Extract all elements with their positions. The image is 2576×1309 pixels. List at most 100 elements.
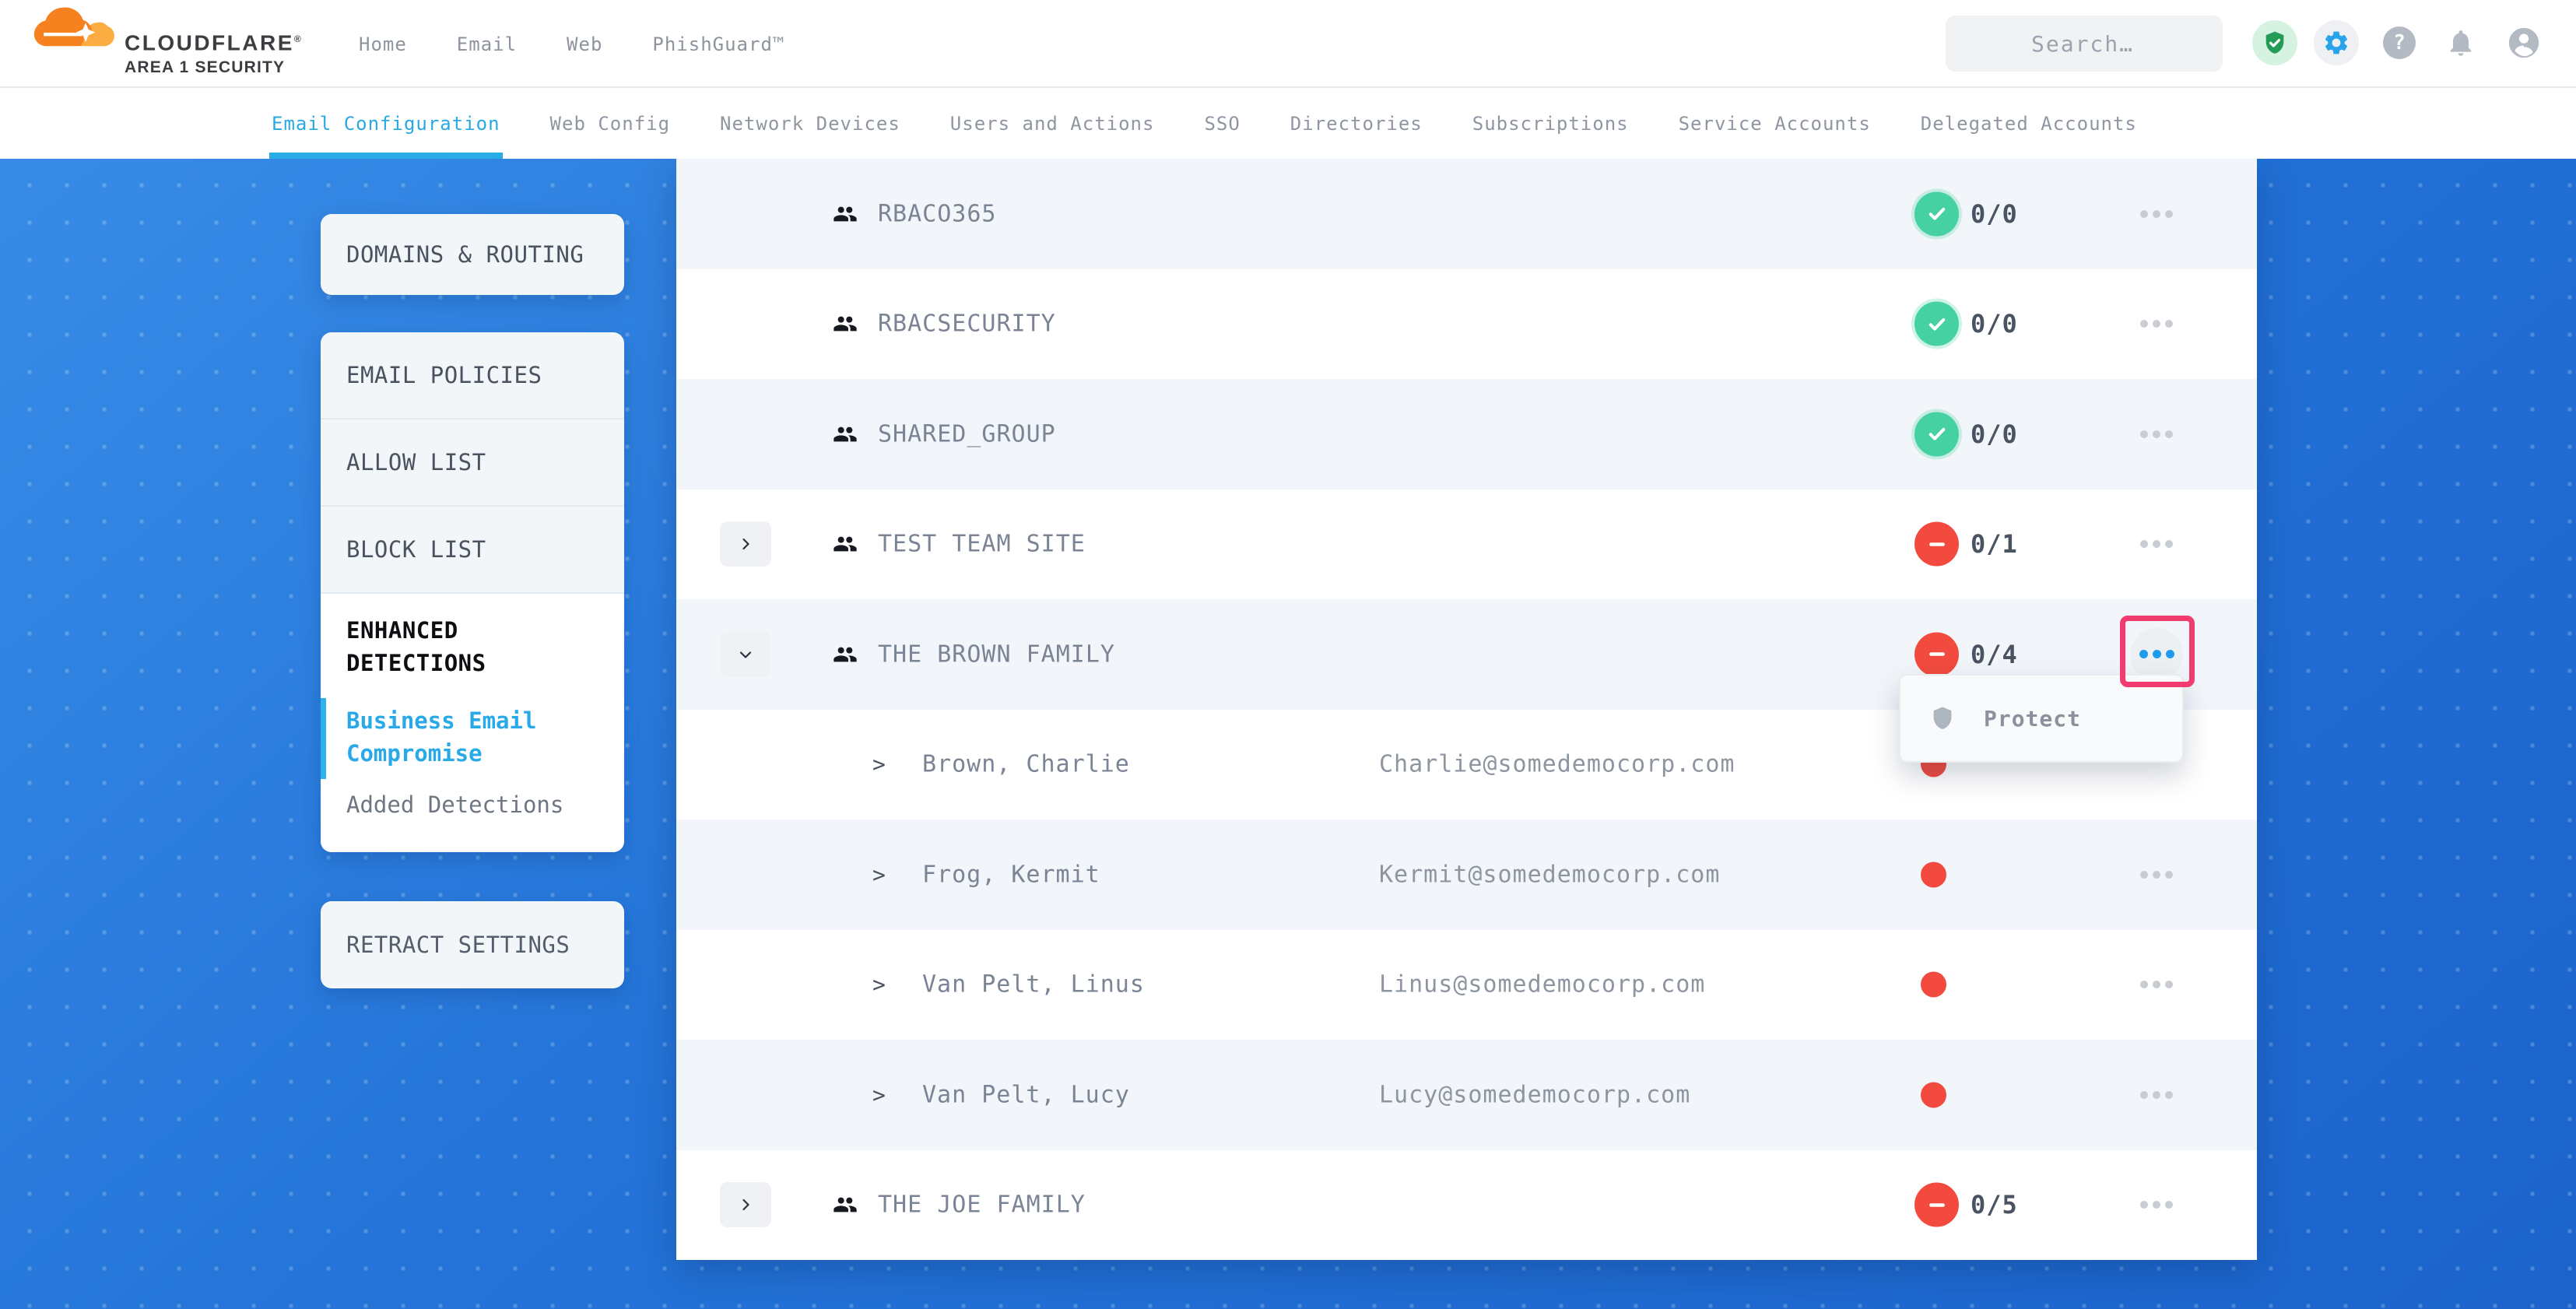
status-protected-icon [1914, 302, 1959, 346]
table-row-shared-group: SHARED_GROUP 0/0 [676, 379, 2257, 490]
primary-nav-item-home[interactable]: Home [359, 33, 407, 55]
group-name: RBACSECURITY [878, 311, 1056, 338]
sidebar-item-retract-settings[interactable]: RETRACT SETTINGS [321, 901, 624, 988]
group-name: THE JOE FAMILY [878, 1191, 1086, 1219]
member-name: Frog, Kermit [922, 861, 1100, 888]
row-menu-button[interactable] [2130, 628, 2183, 681]
tab-email-configuration[interactable]: Email Configuration [272, 88, 500, 159]
sidebar-item-block-list[interactable]: BLOCK LIST [321, 507, 624, 594]
member-name: Brown, Charlie [922, 751, 1130, 778]
tab-web-config[interactable]: Web Config [550, 88, 671, 159]
sidebar-card-retract-settings: RETRACT SETTINGS [321, 901, 624, 988]
registered-mark: ® [294, 33, 303, 44]
protection-status-shield-icon[interactable] [2252, 20, 2297, 65]
tab-sso[interactable]: SSO [1204, 88, 1240, 159]
status-unprotected-icon [1914, 1183, 1959, 1227]
member-chevron-icon[interactable]: > [872, 752, 886, 777]
member-email: Kermit@somedemocorp.com [1379, 861, 1720, 888]
group-name: SHARED_GROUP [878, 420, 1056, 447]
row-menu-button[interactable] [2130, 1069, 2183, 1121]
expand-group-button[interactable] [720, 1182, 771, 1227]
table-row-rbacsecurity: RBACSECURITY 0/0 [676, 269, 2257, 380]
secondary-nav-tabs: Email Configuration Web Config Network Dev… [0, 88, 2576, 159]
member-chevron-icon[interactable]: > [872, 972, 886, 998]
member-name: Van Pelt, Lucy [922, 1081, 1130, 1108]
tab-delegated-accounts[interactable]: Delegated Accounts [1921, 88, 2137, 159]
sidebar-item-added-detections[interactable]: Added Detections [346, 788, 598, 821]
status-protected-icon [1914, 412, 1959, 456]
group-name: THE BROWN FAMILY [878, 640, 1115, 668]
protected-count: 0/1 [1971, 529, 2018, 559]
primary-nav-item-web[interactable]: Web [567, 33, 602, 55]
row-context-menu: Protect [1899, 674, 2184, 763]
sidebar-item-enhanced-detections[interactable]: ENHANCED DETECTIONS [346, 614, 598, 679]
tab-directories[interactable]: Directories [1290, 88, 1423, 159]
shield-icon [1929, 704, 1956, 733]
group-icon [829, 311, 862, 336]
row-menu-button[interactable] [2130, 958, 2183, 1011]
row-menu-button[interactable] [2130, 188, 2183, 240]
row-menu-button[interactable] [2130, 297, 2183, 350]
tab-subscriptions[interactable]: Subscriptions [1472, 88, 1629, 159]
sidebar-card-policies: EMAIL POLICIES ALLOW LIST BLOCK LIST ENH… [321, 332, 624, 852]
table-row-rbaco365: RBACO365 0/0 [676, 159, 2257, 269]
member-chevron-icon[interactable]: > [872, 862, 886, 887]
group-name: TEST TEAM SITE [878, 531, 1086, 558]
sidebar-item-domains-routing[interactable]: DOMAINS & ROUTING [321, 214, 624, 295]
table-row-van-pelt-lucy: > Van Pelt, Lucy Lucy@somedemocorp.com [676, 1040, 2257, 1150]
row-menu-button[interactable] [2130, 408, 2183, 461]
sidebar-item-email-policies[interactable]: EMAIL POLICIES [321, 332, 624, 419]
table-row-frog-kermit: > Frog, Kermit Kermit@somedemocorp.com [676, 819, 2257, 930]
brand-text: CLOUDFLARE® AREA 1 SECURITY [125, 6, 303, 77]
collapse-group-button[interactable] [720, 632, 771, 677]
group-icon [829, 202, 862, 226]
help-icon[interactable]: ? [2383, 26, 2416, 59]
status-unprotected-icon [1914, 522, 1959, 567]
member-email: Lucy@somedemocorp.com [1379, 1081, 1690, 1108]
protected-count: 0/0 [1971, 199, 2018, 229]
app-header: CLOUDFLARE® AREA 1 SECURITY Home Email Web… [0, 0, 2576, 88]
member-name: Van Pelt, Linus [922, 971, 1145, 998]
protected-count: 0/0 [1971, 309, 2018, 339]
protected-count: 0/4 [1971, 640, 2018, 669]
status-unprotected-dot [1921, 862, 1946, 887]
table-row-van-pelt-linus: > Van Pelt, Linus Linus@somedemocorp.com [676, 930, 2257, 1041]
primary-nav: Home Email Web PhishGuard™ [359, 0, 784, 88]
tab-users-and-actions[interactable]: Users and Actions [950, 88, 1155, 159]
table-row-test-team-site: TEST TEAM SITE 0/1 [676, 490, 2257, 600]
member-chevron-icon[interactable]: > [872, 1082, 886, 1107]
group-name: RBACO365 [878, 200, 997, 227]
brand-subtitle: AREA 1 SECURITY [125, 58, 303, 77]
group-icon [829, 532, 862, 556]
member-email: Charlie@somedemocorp.com [1379, 751, 1735, 778]
active-item-indicator-bar [321, 698, 326, 779]
sidebar-item-allow-list[interactable]: ALLOW LIST [321, 419, 624, 507]
group-icon [829, 642, 862, 667]
settings-gear-icon[interactable] [2314, 20, 2359, 65]
expand-group-button[interactable] [720, 521, 771, 567]
brand-logo[interactable]: CLOUDFLARE® AREA 1 SECURITY [33, 6, 303, 77]
sidebar-card-domains-routing: DOMAINS & ROUTING [321, 214, 624, 295]
row-menu-button[interactable] [2130, 518, 2183, 570]
tab-network-devices[interactable]: Network Devices [720, 88, 900, 159]
menu-item-protect[interactable]: Protect [1984, 706, 2081, 732]
primary-nav-item-phishguard[interactable]: PhishGuard™ [652, 33, 784, 55]
cloudflare-cloud-icon [33, 6, 115, 47]
row-menu-button[interactable] [2130, 848, 2183, 901]
account-avatar-icon[interactable] [2506, 25, 2542, 61]
group-icon [829, 422, 862, 447]
status-unprotected-dot [1921, 1082, 1946, 1107]
primary-nav-item-email[interactable]: Email [457, 33, 517, 55]
table-row-the-joe-family: THE JOE FAMILY 0/5 [676, 1150, 2257, 1261]
status-unprotected-icon [1914, 632, 1959, 676]
tab-service-accounts[interactable]: Service Accounts [1679, 88, 1871, 159]
sidebar-item-business-email-compromise[interactable]: Business Email Compromise [346, 704, 598, 770]
status-unprotected-dot [1921, 972, 1946, 998]
protected-count: 0/0 [1971, 419, 2018, 449]
row-menu-button[interactable] [2130, 1178, 2183, 1231]
notifications-bell-icon[interactable] [2445, 27, 2476, 58]
search-box[interactable] [1946, 16, 2223, 72]
protected-count: 0/5 [1971, 1190, 2018, 1220]
member-email: Linus@somedemocorp.com [1379, 971, 1705, 998]
status-protected-icon [1914, 191, 1959, 236]
